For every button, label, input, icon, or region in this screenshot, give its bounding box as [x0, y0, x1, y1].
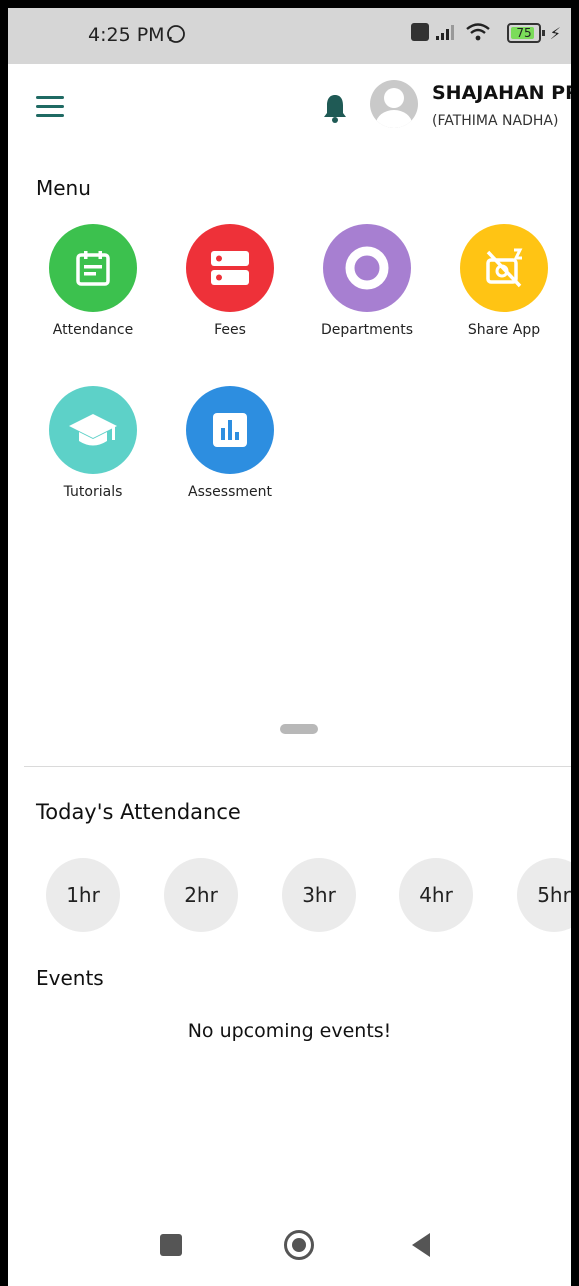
todays-attendance-title: Today's Attendance [36, 800, 241, 824]
recent-apps-button[interactable] [160, 1234, 182, 1256]
system-nav-bar [8, 1206, 571, 1286]
hour-chip[interactable]: 2hr [164, 858, 238, 932]
tutorials-icon-circle [49, 386, 137, 474]
drag-handle[interactable] [280, 724, 318, 734]
section-divider [24, 766, 571, 767]
home-button[interactable] [284, 1230, 314, 1260]
attendance-label: Attendance [52, 322, 134, 338]
status-icons [411, 22, 491, 42]
user-name: SHAJAHAN PP [432, 82, 571, 104]
events-title: Events [36, 966, 104, 990]
graduation-cap-icon [69, 414, 117, 446]
volte-icon [411, 23, 429, 41]
status-time: 4:25 PM [88, 24, 165, 46]
fees-icon-circle [186, 224, 274, 312]
attendance-icon-circle [49, 224, 137, 312]
no-events-message: No upcoming events! [187, 1020, 392, 1042]
wifi-icon [466, 23, 490, 41]
hour-chip[interactable]: 3hr [282, 858, 356, 932]
hour-chip[interactable]: 1hr [46, 858, 120, 932]
menu-item-departments[interactable]: Departments [302, 224, 432, 338]
hour-chip[interactable]: 5hr [517, 858, 571, 932]
server-icon [211, 251, 249, 285]
app-screen: 4:25 PM 75 ⚡ SHAJAHAN PP (FATHIMA NADHA)… [8, 8, 571, 1286]
bar-chart-icon [213, 413, 247, 447]
share-app-label: Share App [467, 322, 541, 338]
fees-label: Fees [214, 322, 246, 338]
share-camera-icon [486, 248, 523, 288]
user-student-name: (FATHIMA NADHA) [432, 113, 559, 129]
menu-item-fees[interactable]: Fees [165, 224, 295, 338]
menu-item-share-app[interactable]: Share App [439, 224, 569, 338]
whatsapp-icon [167, 25, 185, 43]
hour-chip[interactable]: 4hr [399, 858, 473, 932]
ring-icon [345, 246, 389, 290]
avatar[interactable] [370, 80, 418, 128]
assessment-label: Assessment [188, 484, 272, 500]
departments-label: Departments [320, 322, 413, 338]
share-app-icon-circle [460, 224, 548, 312]
battery-indicator: 75 [507, 23, 545, 43]
menu-item-tutorials[interactable]: Tutorials [28, 386, 158, 500]
menu-item-attendance[interactable]: Attendance [28, 224, 158, 338]
back-button[interactable] [412, 1233, 430, 1257]
battery-nub [542, 30, 545, 36]
menu-item-assessment[interactable]: Assessment [165, 386, 295, 500]
charging-icon: ⚡ [549, 24, 561, 43]
calendar-icon [76, 251, 110, 286]
departments-icon-circle [323, 224, 411, 312]
status-bar: 4:25 PM 75 ⚡ [8, 8, 571, 64]
notification-bell-icon[interactable] [321, 92, 349, 124]
menu-hamburger-icon[interactable] [36, 96, 64, 118]
assessment-icon-circle [186, 386, 274, 474]
signal-icon [436, 25, 454, 40]
battery-level: 75 [516, 26, 532, 40]
tutorials-label: Tutorials [63, 484, 123, 500]
menu-title: Menu [36, 176, 91, 200]
